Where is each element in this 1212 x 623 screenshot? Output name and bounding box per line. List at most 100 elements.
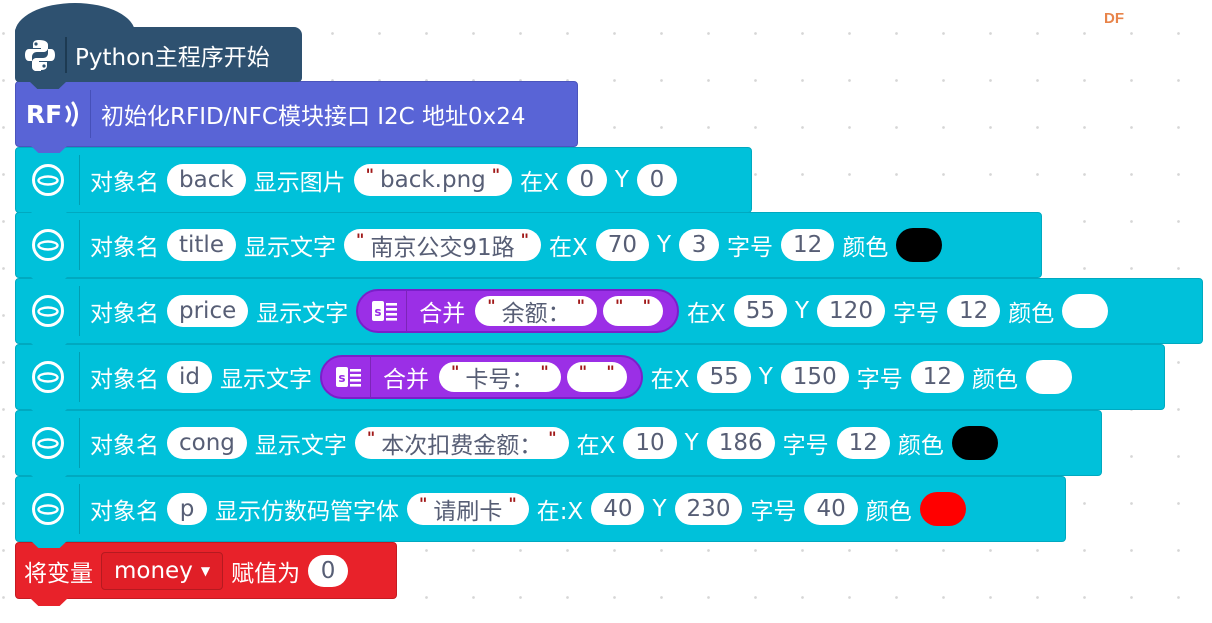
x-label: 在X	[576, 433, 616, 459]
text-input[interactable]: " 本次扣费金额： "	[354, 427, 569, 459]
y-label: Y	[794, 298, 810, 324]
color-label: 颜色	[1008, 301, 1055, 327]
object-icon	[16, 155, 80, 205]
quote-close: "	[576, 295, 585, 315]
python-icon	[15, 36, 67, 73]
object-icon	[16, 352, 80, 402]
x-input[interactable]: 70	[595, 229, 649, 261]
font-size-input[interactable]: 12	[910, 361, 964, 393]
text-input[interactable]: " back.png "	[353, 164, 513, 196]
string-join-block[interactable]: s 合并 " 余额： " " "	[356, 289, 679, 333]
action-label: 显示图片	[253, 170, 346, 196]
string-join-block[interactable]: s 合并 " 卡号： " " "	[320, 355, 643, 399]
display-object-block-cong[interactable]: 对象名 cong 显示文字 " 本次扣费金额： " 在X 10 Y 186 字号 12 颜色	[15, 410, 1102, 482]
variable-name: money	[114, 557, 193, 584]
x-label: 在X	[520, 170, 559, 196]
object-icon	[16, 418, 80, 468]
x-label: 在X	[650, 367, 690, 393]
y-input[interactable]: 230	[674, 493, 743, 525]
x-input[interactable]: 40	[591, 493, 645, 525]
y-label: Y	[656, 232, 672, 258]
set-variable-prefix: 将变量	[24, 560, 93, 587]
object-icon	[16, 484, 80, 534]
quote-close: "	[548, 427, 557, 447]
object-name-label: 对象名	[90, 235, 159, 261]
y-input[interactable]: 120	[817, 295, 885, 327]
display-object-block-id[interactable]: 对象名 id 显示文字 s 合并 " 卡号： " " " 在X 55 Y 150 字号 12 颜色	[15, 344, 1165, 416]
color-picker[interactable]	[919, 492, 966, 526]
object-name-input[interactable]: cong	[167, 427, 247, 459]
action-label: 显示文字	[254, 433, 347, 459]
join-input-a[interactable]: " 余额： "	[475, 295, 597, 327]
object-name-label: 对象名	[90, 301, 159, 327]
quote-close: "	[491, 164, 501, 184]
color-label: 颜色	[865, 499, 912, 525]
quote-close: "	[642, 295, 651, 315]
y-input[interactable]: 0	[636, 164, 677, 196]
rfid-init-block[interactable]: RF 初始化RFID/NFC模块接口 I2C 地址0x24	[15, 81, 578, 153]
x-input[interactable]: 55	[733, 295, 787, 327]
text-input[interactable]: " 南京公交91路 "	[343, 229, 541, 261]
object-name-input[interactable]: title	[167, 229, 236, 261]
font-size-input[interactable]: 40	[804, 493, 858, 525]
color-label: 颜色	[897, 433, 944, 459]
text-input[interactable]: " 请刷卡 "	[407, 493, 529, 525]
join-input-a[interactable]: " 卡号： "	[439, 361, 561, 393]
svg-text:s: s	[375, 305, 382, 319]
string-join-icon: s	[364, 291, 408, 331]
action-label: 显示仿数码管字体	[215, 499, 399, 525]
action-label: 显示文字	[256, 301, 349, 327]
x-input[interactable]: 10	[623, 427, 677, 459]
block-connector	[30, 598, 68, 606]
object-name-label: 对象名	[90, 499, 159, 525]
color-label: 颜色	[971, 367, 1018, 393]
quote-close: "	[606, 361, 615, 381]
quote-close: "	[520, 229, 529, 249]
display-object-block-price[interactable]: 对象名 price 显示文字 s 合并 " 余额： " " " 在X 55 Y 120 字号 12 颜色	[15, 278, 1203, 350]
font-size-input[interactable]: 12	[836, 427, 890, 459]
rf-icon: RF	[16, 90, 91, 138]
join-input-b[interactable]: " "	[566, 361, 627, 392]
quote-open: "	[487, 295, 496, 315]
color-picker[interactable]	[1062, 294, 1109, 328]
y-input[interactable]: 150	[780, 361, 849, 393]
set-variable-block[interactable]: 将变量 money ▼ 赋值为 0	[15, 542, 397, 606]
quote-open: "	[614, 295, 624, 315]
quote-open: "	[578, 361, 588, 381]
display-object-block-p[interactable]: 对象名 p 显示仿数码管字体 " 请刷卡 " 在:X 40 Y 230 字号 40 颜色	[15, 476, 1066, 548]
quote-open: "	[451, 361, 460, 381]
x-label: 在:X	[536, 499, 584, 525]
object-name-input[interactable]: p	[167, 493, 207, 525]
quote-open: "	[419, 493, 428, 513]
join-input-b[interactable]: " "	[602, 295, 663, 326]
action-label: 显示文字	[243, 235, 336, 261]
caret-down-icon: ▼	[200, 563, 211, 578]
object-icon	[16, 220, 80, 270]
color-picker[interactable]	[896, 228, 943, 262]
quote-open: "	[365, 164, 375, 184]
font-size-input[interactable]: 12	[781, 229, 835, 261]
quote-open: "	[366, 427, 376, 447]
font-size-label: 字号	[727, 235, 774, 261]
y-label: Y	[684, 430, 699, 456]
rfid-init-label: 初始化RFID/NFC模块接口 I2C 地址0x24	[101, 104, 526, 130]
display-object-block-title[interactable]: 对象名 title 显示文字 " 南京公交91路 " 在X 70 Y 3 字号 12 颜色	[15, 212, 1042, 284]
color-picker[interactable]	[951, 426, 998, 460]
y-input[interactable]: 186	[706, 427, 775, 459]
y-label: Y	[652, 496, 667, 522]
color-picker[interactable]	[1025, 360, 1072, 394]
python-main-start-block[interactable]: Python主程序开始	[15, 3, 302, 89]
x-input[interactable]: 0	[566, 164, 607, 196]
object-name-input[interactable]: id	[167, 361, 212, 393]
action-label: 显示文字	[220, 367, 312, 393]
variable-dropdown[interactable]: money ▼	[101, 551, 224, 590]
object-name-input[interactable]: back	[167, 164, 246, 196]
x-input[interactable]: 55	[697, 361, 751, 393]
quote-close: "	[508, 493, 517, 513]
font-size-input[interactable]: 12	[946, 295, 1001, 327]
value-input[interactable]: 0	[308, 554, 349, 587]
y-input[interactable]: 3	[679, 229, 720, 261]
object-name-input[interactable]: price	[167, 295, 249, 327]
watermark: DF	[1104, 10, 1124, 27]
display-object-block-back[interactable]: 对象名 back 显示图片 " back.png " 在X 0 Y 0	[15, 147, 752, 219]
